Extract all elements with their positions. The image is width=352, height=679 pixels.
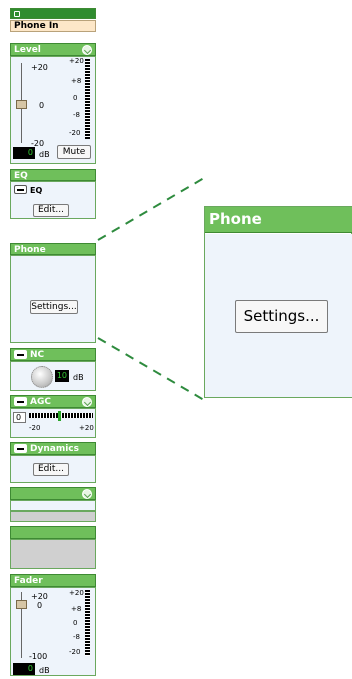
zoom-header: Phone bbox=[205, 207, 352, 233]
zoom-header-label: Phone bbox=[209, 210, 262, 228]
callout-line-bottom bbox=[97, 337, 205, 401]
callout-line-top bbox=[97, 177, 205, 241]
zoom-settings-button[interactable]: Settings... bbox=[235, 300, 328, 333]
